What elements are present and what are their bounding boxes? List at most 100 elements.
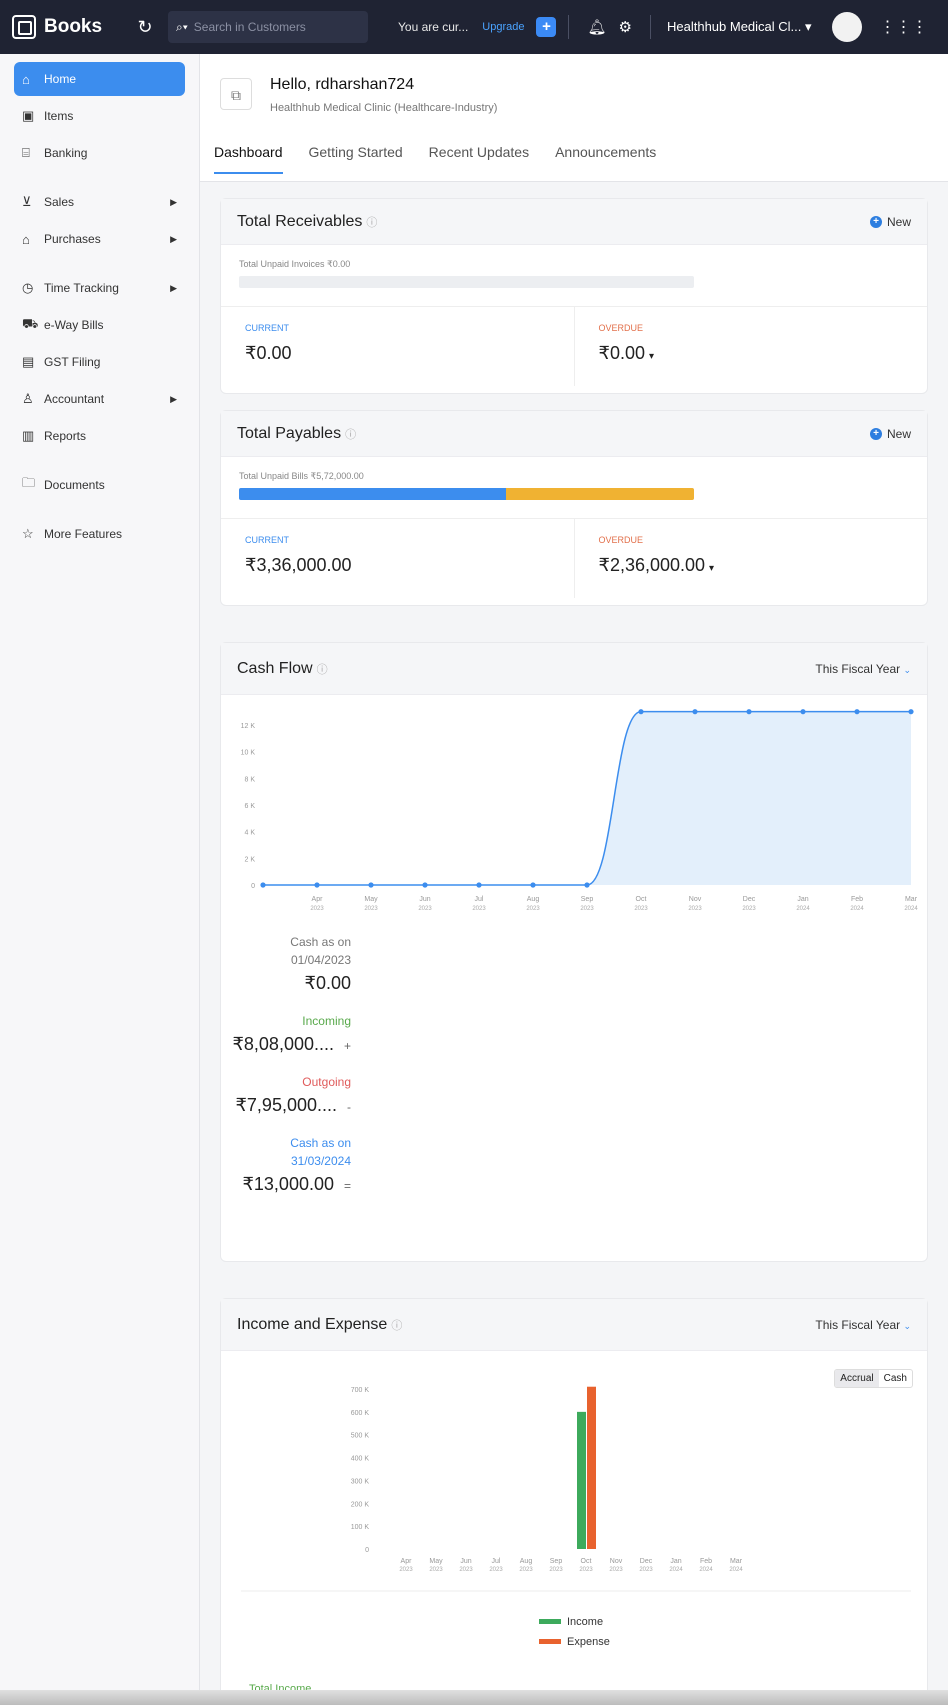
sidebar-item-eway-bills[interactable]: ⛟ e-Way Bills	[14, 308, 185, 342]
sidebar-item-accountant[interactable]: ♙ Accountant ▶	[14, 382, 185, 416]
overdue-amount[interactable]: OVERDUE ₹0.00 ▾	[573, 307, 928, 386]
cash-toggle[interactable]: Cash	[879, 1370, 912, 1387]
avatar[interactable]	[831, 12, 862, 42]
y-tick-label: 8 K	[244, 776, 255, 783]
cash-summary: Cash as on 01/04/2023 ₹0.00 Incoming ₹8,…	[221, 923, 351, 1233]
x-tick-year: 2023	[639, 1567, 653, 1573]
tab-getting-started[interactable]: Getting Started	[309, 144, 403, 174]
y-tick-label: 400 K	[351, 1456, 370, 1463]
tab-dashboard[interactable]: Dashboard	[214, 144, 283, 174]
sidebar-item-label: Reports	[44, 429, 87, 443]
sidebar-item-label: Purchases	[44, 232, 101, 246]
current-amount: CURRENT ₹3,36,000.00	[221, 519, 574, 598]
x-tick-year: 2024	[796, 906, 810, 912]
receivables-progress	[239, 276, 694, 288]
search-box[interactable]: ⌕▾	[168, 11, 368, 43]
data-point	[908, 709, 914, 715]
sidebar-item-label: Sales	[44, 195, 75, 209]
sidebar-item-gst-filing[interactable]: ▤ GST Filing	[14, 345, 185, 379]
sidebar-item-time-tracking[interactable]: ◷ Time Tracking ▶	[14, 271, 185, 305]
app-logo[interactable]: Books	[12, 15, 130, 39]
sidebar-item-reports[interactable]: ▥ Reports	[14, 419, 185, 453]
caret-right-icon: ▶	[170, 196, 177, 207]
income-period-dropdown[interactable]: This Fiscal Year ⌄	[815, 1318, 911, 1332]
org-logo-icon[interactable]: ⧉	[220, 78, 252, 110]
chevron-down-icon[interactable]: ▾	[709, 563, 714, 574]
dashboard-tabs: Dashboard Getting Started Recent Updates…	[214, 144, 656, 174]
start-date: 01/04/2023	[290, 953, 351, 967]
help-icon[interactable]: ⓘ	[317, 664, 328, 676]
tab-recent-updates[interactable]: Recent Updates	[429, 144, 529, 174]
cart-icon: ⊻	[22, 194, 32, 209]
truck-icon: ⛟	[22, 316, 39, 331]
data-point	[692, 709, 698, 715]
data-point	[314, 882, 320, 888]
overdue-value: ₹0.00	[598, 343, 646, 363]
upgrade-link[interactable]: Upgrade	[482, 21, 524, 33]
help-icon[interactable]: ⓘ	[391, 1320, 402, 1332]
overdue-amount[interactable]: OVERDUE ₹2,36,000.00 ▾	[573, 519, 928, 598]
x-tick-label: Jul	[475, 896, 484, 903]
sidebar-item-items[interactable]: ▣ Items	[14, 99, 185, 133]
sidebar-item-purchases[interactable]: ⌂ Purchases ▶	[14, 222, 185, 256]
current-value: ₹3,36,000.00	[245, 555, 352, 575]
x-tick-year: 2024	[699, 1567, 713, 1573]
payables-progress	[239, 488, 694, 500]
income-expense-card: Income and Expense ⓘ This Fiscal Year ⌄ A…	[220, 1298, 928, 1698]
sidebar-item-home[interactable]: ⌂ Home	[14, 62, 185, 96]
x-tick-year: 2023	[418, 906, 432, 912]
x-tick-label: May	[364, 896, 378, 903]
search-icon[interactable]: ⌕▾	[176, 20, 188, 35]
sidebar-item-sales[interactable]: ⊻ Sales ▶	[14, 185, 185, 219]
bell-icon[interactable]: 🔔︎	[587, 18, 606, 36]
data-point	[476, 882, 482, 888]
plus-sign: +	[343, 1039, 351, 1053]
apps-grid-icon[interactable]: ⋮⋮⋮	[880, 17, 928, 37]
y-tick-label: 700 K	[351, 1387, 370, 1394]
x-tick-year: 2023	[399, 1567, 413, 1573]
help-icon[interactable]: ⓘ	[366, 217, 377, 229]
sidebar-item-banking[interactable]: ⌸ Banking	[14, 136, 185, 170]
current-amount: CURRENT ₹0.00	[221, 307, 574, 386]
card-title: Income and Expense	[237, 1315, 388, 1333]
help-icon[interactable]: ⓘ	[345, 429, 356, 441]
card-title: Cash Flow	[237, 659, 313, 677]
sidebar-item-label: More Features	[44, 527, 123, 541]
chevron-down-icon[interactable]: ▾	[649, 351, 654, 362]
x-tick-year: 2023	[489, 1567, 503, 1573]
quick-create-button[interactable]: +	[536, 17, 557, 37]
tab-announcements[interactable]: Announcements	[555, 144, 656, 174]
x-tick-label: Jan	[670, 1558, 681, 1565]
box-icon: ▣	[22, 108, 35, 123]
accrual-toggle[interactable]: Accrual	[835, 1370, 879, 1387]
org-switcher[interactable]: Healthhub Medical Cl... ▾	[667, 19, 812, 35]
x-tick-year: 2023	[519, 1567, 533, 1573]
star-icon: ☆	[22, 526, 34, 541]
search-input[interactable]	[193, 20, 344, 34]
new-receivable-button[interactable]: + New	[869, 215, 911, 229]
x-tick-label: Nov	[689, 896, 702, 903]
y-tick-label: 2 K	[244, 856, 255, 863]
cashflow-period-dropdown[interactable]: This Fiscal Year ⌄	[815, 662, 911, 676]
x-tick-year: 2023	[609, 1567, 623, 1573]
sidebar-item-label: Home	[44, 72, 77, 86]
sidebar-item-documents[interactable]: 🗀︎ Documents	[14, 468, 185, 502]
x-tick-label: May	[429, 1558, 443, 1565]
end-date: 31/03/2024	[290, 1154, 351, 1168]
receivables-card: Total Receivables ⓘ + New Total Unpaid Inv…	[220, 198, 928, 394]
current-segment	[239, 488, 507, 500]
recent-history-icon[interactable]: ↻	[130, 17, 160, 38]
x-tick-year: 2023	[634, 906, 648, 912]
legend-swatch	[539, 1639, 561, 1644]
greeting: Hello, rdharshan724	[270, 76, 415, 93]
y-tick-label: 600 K	[351, 1410, 370, 1417]
y-tick-label: 500 K	[351, 1433, 370, 1440]
x-tick-year: 2023	[549, 1567, 563, 1573]
data-point	[746, 709, 752, 715]
gear-icon[interactable]: ⚙	[619, 18, 632, 36]
end-value: ₹13,000.00	[242, 1174, 334, 1194]
sidebar: ⌂ Home ▣ Items ⌸ Banking ⊻ Sales ▶ ⌂ Purchases…	[0, 54, 200, 1705]
sidebar-item-more-features[interactable]: ☆ More Features	[14, 517, 185, 551]
new-payable-button[interactable]: + New	[869, 427, 911, 441]
x-tick-label: Dec	[743, 896, 756, 903]
